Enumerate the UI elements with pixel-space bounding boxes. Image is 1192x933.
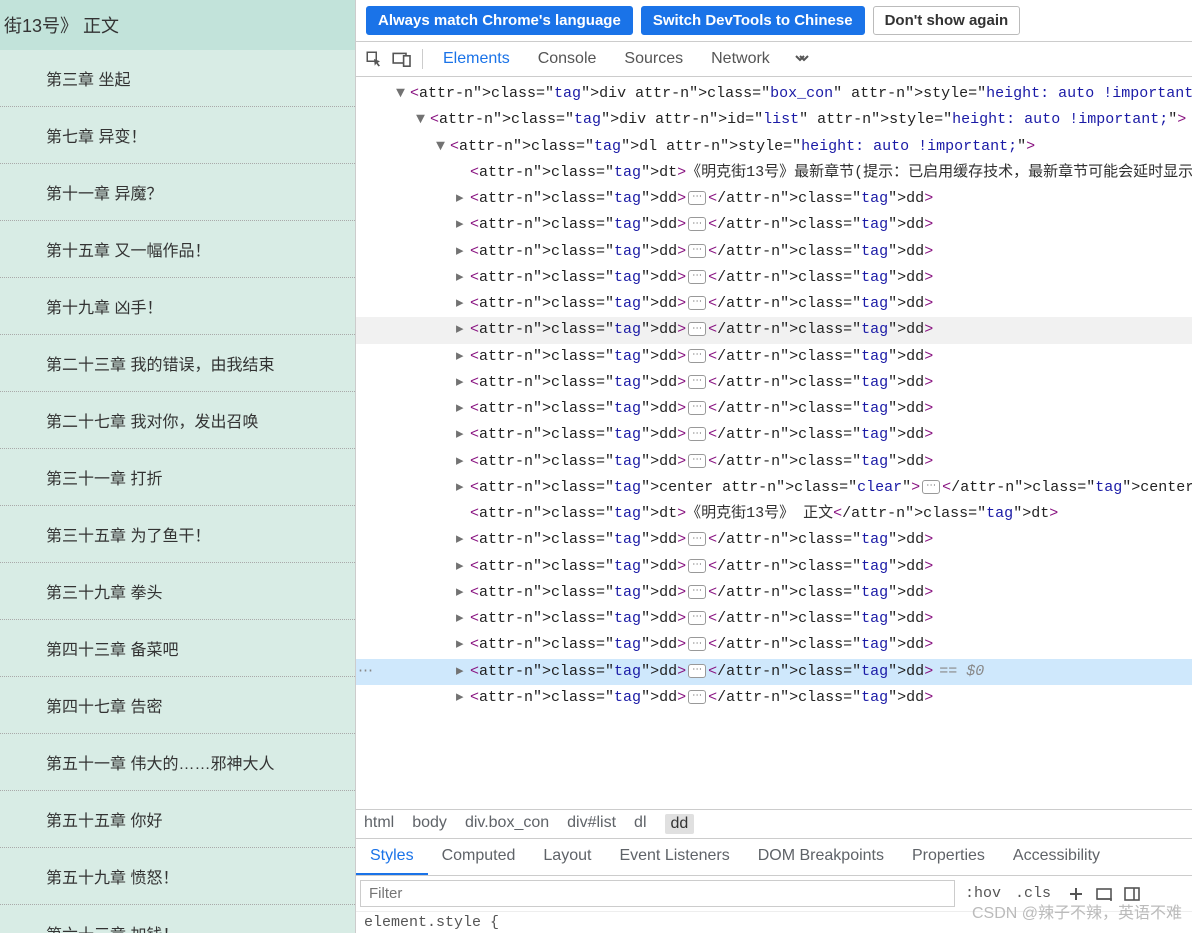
dom-tree-row[interactable]: ▸<attr-n">class="tag">dd>⋯</attr-n">clas… <box>356 396 1192 422</box>
dom-tree-row[interactable]: ▸<attr-n">class="tag">dd>⋯</attr-n">clas… <box>356 659 1192 685</box>
dom-tree-row[interactable]: ▼<attr-n">class="tag">dl attr-n">style="… <box>356 134 1192 160</box>
page-chapter-sidebar[interactable]: 街13号》 正文 第三章 坐起第七章 异变！第十一章 异魔？第十五章 又一幅作品… <box>0 0 355 933</box>
chapter-list-item[interactable]: 第二十七章 我对你，发出召唤 <box>0 392 355 449</box>
chapter-list-item[interactable]: 第四十七章 告密 <box>0 677 355 734</box>
switch-devtools-chinese-button[interactable]: Switch DevTools to Chinese <box>641 6 865 35</box>
dom-tree-row[interactable]: ▸<attr-n">class="tag">dd>⋯</attr-n">clas… <box>356 212 1192 238</box>
styles-subtab[interactable]: Event Listeners <box>605 839 743 875</box>
tab-sources[interactable]: Sources <box>610 42 697 76</box>
dom-tree-row[interactable]: <attr-n">class="tag">dt>《明克街13号》最新章节(提示：… <box>356 160 1192 186</box>
dom-tree-row[interactable]: ▸<attr-n">class="tag">dd>⋯</attr-n">clas… <box>356 239 1192 265</box>
styles-subtab[interactable]: Styles <box>356 839 428 875</box>
dom-tree-row[interactable]: ▸<attr-n">class="tag">dd>⋯</attr-n">clas… <box>356 291 1192 317</box>
devtools-toolbar: Elements Console Sources Network 4 12 <box>356 41 1192 77</box>
hov-toggle[interactable]: :hov <box>961 883 1005 904</box>
more-tabs-icon[interactable] <box>784 51 820 67</box>
chapter-list-item[interactable]: 第四十三章 备菜吧 <box>0 620 355 677</box>
new-style-rule-icon[interactable] <box>1067 885 1085 903</box>
breadcrumb-item[interactable]: dl <box>634 814 646 834</box>
chapter-list-item[interactable]: 第十一章 异魔？ <box>0 164 355 221</box>
breadcrumb-item[interactable]: body <box>412 814 447 834</box>
cls-toggle[interactable]: .cls <box>1011 883 1055 904</box>
dom-tree-row[interactable]: ▸<attr-n">class="tag">dd>⋯</attr-n">clas… <box>356 685 1192 711</box>
breadcrumb-item[interactable]: html <box>364 814 394 834</box>
match-chrome-language-button[interactable]: Always match Chrome's language <box>366 6 633 35</box>
breadcrumb-item[interactable]: div#list <box>567 814 616 834</box>
chapter-list-item[interactable]: 第六十三章 加钱！ <box>0 905 355 933</box>
elements-dom-tree[interactable]: ▼<attr-n">class="tag">div attr-n">class=… <box>356 77 1192 809</box>
chapter-list-header: 街13号》 正文 <box>0 0 355 50</box>
dont-show-again-button[interactable]: Don't show again <box>873 6 1021 35</box>
language-infobar: Always match Chrome's language Switch De… <box>356 0 1192 41</box>
styles-subtab[interactable]: Properties <box>898 839 999 875</box>
styles-subtab[interactable]: Layout <box>529 839 605 875</box>
devtools-panel: Always match Chrome's language Switch De… <box>355 0 1192 933</box>
dom-tree-row[interactable]: ▸<attr-n">class="tag">dd>⋯</attr-n">clas… <box>356 580 1192 606</box>
chapter-list-item[interactable]: 第十九章 凶手！ <box>0 278 355 335</box>
dom-tree-row[interactable]: ▸<attr-n">class="tag">dd>⋯</attr-n">clas… <box>356 632 1192 658</box>
styles-subtab[interactable]: Computed <box>428 839 530 875</box>
styles-tabbar: StylesComputedLayoutEvent ListenersDOM B… <box>356 838 1192 875</box>
dom-tree-row[interactable]: ▸<attr-n">class="tag">dd>⋯</attr-n">clas… <box>356 554 1192 580</box>
styles-body: element.style { <box>356 911 1192 933</box>
chapter-list-item[interactable]: 第二十三章 我的错误，由我结束 <box>0 335 355 392</box>
dom-tree-row[interactable]: ▸<attr-n">class="tag">dd>⋯</attr-n">clas… <box>356 449 1192 475</box>
chapter-list-item[interactable]: 第三十一章 打折 <box>0 449 355 506</box>
computed-styles-icon[interactable] <box>1095 885 1113 903</box>
dom-tree-row[interactable]: <attr-n">class="tag">dt>《明克街13号》 正文</att… <box>356 501 1192 527</box>
dom-tree-row[interactable]: ▸<attr-n">class="tag">dd>⋯</attr-n">clas… <box>356 422 1192 448</box>
chapter-list-item[interactable]: 第五十五章 你好 <box>0 791 355 848</box>
breadcrumb-item[interactable]: dd <box>665 814 695 834</box>
dom-tree-row[interactable]: ▸<attr-n">class="tag">center attr-n">cla… <box>356 475 1192 501</box>
tab-elements[interactable]: Elements <box>429 42 524 76</box>
element-style-rule[interactable]: element.style { <box>364 914 499 931</box>
device-toolbar-icon[interactable] <box>388 45 416 73</box>
styles-filter-input[interactable] <box>360 880 955 907</box>
chapter-list-item[interactable]: 第五十一章 伟大的……邪神大人 <box>0 734 355 791</box>
toggle-sidebar-icon[interactable] <box>1123 885 1141 903</box>
styles-subtab[interactable]: DOM Breakpoints <box>744 839 898 875</box>
tab-network[interactable]: Network <box>697 42 784 76</box>
dom-tree-row[interactable]: ▸<attr-n">class="tag">dd>⋯</attr-n">clas… <box>356 317 1192 343</box>
dom-tree-row[interactable]: ▼<attr-n">class="tag">div attr-n">id="li… <box>356 107 1192 133</box>
chapter-list-item[interactable]: 第三章 坐起 <box>0 50 355 107</box>
dom-tree-row[interactable]: ▼<attr-n">class="tag">div attr-n">class=… <box>356 81 1192 107</box>
dom-tree-row[interactable]: ▸<attr-n">class="tag">dd>⋯</attr-n">clas… <box>356 344 1192 370</box>
chapter-list-item[interactable]: 第十五章 又一幅作品！ <box>0 221 355 278</box>
dom-tree-row[interactable]: ▸<attr-n">class="tag">dd>⋯</attr-n">clas… <box>356 606 1192 632</box>
chapter-list-item[interactable]: 第七章 异变！ <box>0 107 355 164</box>
dom-tree-row[interactable]: ▸<attr-n">class="tag">dd>⋯</attr-n">clas… <box>356 527 1192 553</box>
styles-subtab[interactable]: Accessibility <box>999 839 1114 875</box>
chapter-list-item[interactable]: 第三十九章 拳头 <box>0 563 355 620</box>
dom-tree-row[interactable]: ▸<attr-n">class="tag">dd>⋯</attr-n">clas… <box>356 186 1192 212</box>
styles-toolbar: :hov .cls <box>356 875 1192 911</box>
breadcrumb-item[interactable]: div.box_con <box>465 814 549 834</box>
dom-tree-row[interactable]: ▸<attr-n">class="tag">dd>⋯</attr-n">clas… <box>356 265 1192 291</box>
inspect-element-icon[interactable] <box>360 45 388 73</box>
tab-console[interactable]: Console <box>524 42 611 76</box>
chapter-list-item[interactable]: 第五十九章 愤怒！ <box>0 848 355 905</box>
dom-tree-row[interactable]: ▸<attr-n">class="tag">dd>⋯</attr-n">clas… <box>356 370 1192 396</box>
chapter-list-item[interactable]: 第三十五章 为了鱼干！ <box>0 506 355 563</box>
breadcrumb: html body div.box_con div#list dldd <box>356 809 1192 838</box>
